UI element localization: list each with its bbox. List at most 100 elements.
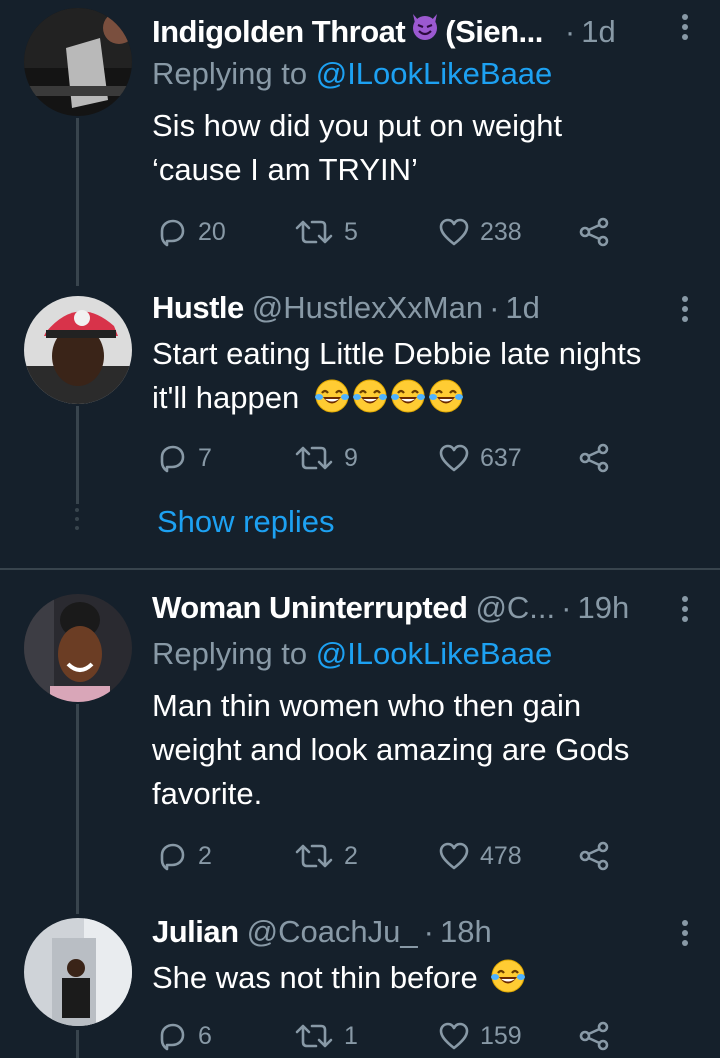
share-button[interactable] [578,836,610,876]
thread-line [76,118,79,286]
reply-icon [156,442,188,474]
tweet-text-line: favorite. [152,776,263,811]
share-button[interactable] [578,438,610,478]
separator: · [564,14,576,49]
like-count: 478 [480,841,522,870]
user-handle[interactable]: @CoachJu_ [247,914,418,950]
laughing-emoji-icon [490,960,528,995]
tweet-actions: 6 1 159 [152,1016,622,1056]
user-handle[interactable]: @C... [475,590,555,626]
retweet-button[interactable]: 9 [294,438,358,478]
display-name[interactable]: Hustle [152,290,244,326]
replying-handle-link[interactable]: @ILookLikeBaae [316,636,553,671]
like-icon [438,216,470,248]
like-icon [438,1020,470,1052]
display-name[interactable]: Indigolden Throat [152,14,406,50]
retweet-count: 2 [344,841,358,870]
display-name[interactable]: Woman Uninterrupted [152,590,468,626]
avatar[interactable] [24,918,132,1026]
tweet-actions: 7 9 637 [152,438,622,478]
like-button[interactable]: 159 [438,1016,522,1056]
timestamp[interactable]: 18h [440,914,492,950]
like-icon [438,442,470,474]
separator: · [561,590,572,625]
tweet-text-line-with-emoji: it'll happen [152,376,690,420]
show-replies-link[interactable]: Show replies [157,504,334,540]
reply-button[interactable]: 20 [156,212,226,252]
display-name-suffix[interactable]: (Sien... [445,14,543,50]
like-button[interactable]: 637 [438,438,522,478]
tweet-text-line: ‘cause I am TRYIN’ [152,152,418,187]
reply-count: 20 [198,217,226,246]
reply-count: 2 [198,841,212,870]
tweet-text: Man thin women who then gain weight and … [152,684,690,816]
retweet-icon [294,442,334,474]
retweet-icon [294,840,334,872]
separator: · [489,290,500,325]
thread-dots [75,508,80,535]
tweet-header: Julian @CoachJu_ · 18h [152,914,660,950]
retweet-count: 5 [344,217,358,246]
retweet-icon [294,216,334,248]
retweet-count: 1 [344,1021,358,1050]
retweet-button[interactable]: 1 [294,1016,358,1056]
tweet-actions: 2 2 478 [152,836,622,876]
timestamp[interactable]: 1d [581,14,615,50]
like-button[interactable]: 478 [438,836,522,876]
avatar[interactable] [24,8,132,116]
tweet-text-line: Sis how did you put on weight [152,108,563,143]
retweet-count: 9 [344,443,358,472]
tweet-text-line: Start eating Little Debbie late nights [152,336,642,371]
avatar[interactable] [24,594,132,702]
replying-label: Replying to [152,636,308,671]
thread-line [76,1030,79,1058]
more-options-icon[interactable] [680,920,690,950]
retweet-button[interactable]: 5 [294,212,358,252]
tweet-text: Start eating Little Debbie late nights i… [152,332,690,420]
more-options-icon[interactable] [680,296,690,326]
more-options-icon[interactable] [680,596,690,626]
timestamp[interactable]: 1d [505,290,539,326]
replying-label: Replying to [152,56,308,91]
like-button[interactable]: 238 [438,212,522,252]
reply-button[interactable]: 6 [156,1016,212,1056]
share-button[interactable] [578,212,610,252]
separator: · [423,914,434,949]
share-icon [578,1020,610,1052]
reply-button[interactable]: 7 [156,438,212,478]
retweet-button[interactable]: 2 [294,836,358,876]
retweet-icon [294,1020,334,1052]
like-count: 159 [480,1021,522,1050]
tweet-text: Sis how did you put on weight ‘cause I a… [152,104,690,192]
reply-icon [156,1020,188,1052]
avatar[interactable] [24,296,132,404]
share-button[interactable] [578,1016,610,1056]
tweet-text-line-with-emoji: She was not thin before [152,956,690,1000]
tweet-text-line: it'll happen [152,380,300,415]
like-icon [438,840,470,872]
reply-count: 6 [198,1021,212,1050]
devil-emoji-icon [409,10,441,50]
share-icon [578,840,610,872]
user-handle[interactable]: @HustlexXxMan [252,290,483,326]
tweet-actions: 20 5 238 [152,212,622,252]
tweet-text-line: weight and look amazing are Gods [152,732,630,767]
thread-line [76,704,79,914]
like-count: 637 [480,443,522,472]
reply-icon [156,216,188,248]
reply-button[interactable]: 2 [156,836,212,876]
tweet-text-line: She was not thin before [152,960,478,995]
reply-icon [156,840,188,872]
replying-to: Replying to @ILookLikeBaae [152,56,552,92]
timestamp[interactable]: 19h [577,590,629,626]
tweet-text: She was not thin before [152,956,690,1000]
share-icon [578,442,610,474]
more-options-icon[interactable] [680,14,690,44]
thread-line [76,406,79,504]
replying-to: Replying to @ILookLikeBaae [152,636,552,672]
display-name[interactable]: Julian [152,914,239,950]
share-icon [578,216,610,248]
tweet-header: Hustle @HustlexXxMan · 1d [152,290,660,326]
replying-handle-link[interactable]: @ILookLikeBaae [316,56,553,91]
tweet-text-line: Man thin women who then gain [152,688,582,723]
